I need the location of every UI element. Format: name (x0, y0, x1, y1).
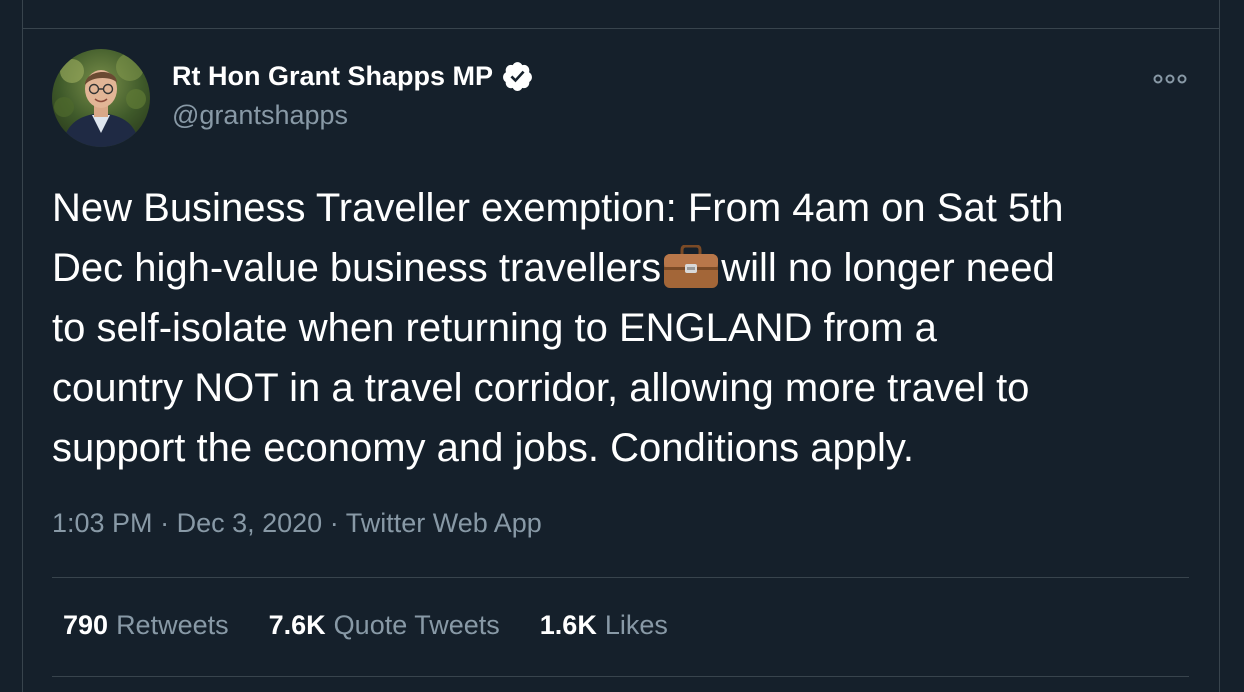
retweets-label: Retweets (116, 610, 229, 640)
top-divider (22, 28, 1220, 29)
avatar[interactable] (52, 49, 150, 147)
quote-tweets-stat[interactable]: 7.6K Quote Tweets (269, 610, 500, 641)
meta-separator: · (160, 508, 170, 538)
tweet-line: country NOT in a travel corridor, allowi… (52, 366, 1030, 410)
more-options-icon[interactable] (1150, 66, 1190, 92)
author-handle[interactable]: @grantshapps (172, 100, 348, 131)
tweet-line-part: will no longer need (721, 246, 1055, 290)
meta-separator: · (329, 508, 339, 538)
author-name-row[interactable]: Rt Hon Grant Shapps MP (172, 60, 534, 93)
verified-badge-icon (501, 60, 534, 93)
retweets-stat[interactable]: 790 Retweets (63, 610, 229, 641)
tweet-stats: 790 Retweets 7.6K Quote Tweets 1.6K Likes (63, 610, 708, 641)
tweet-line: New Business Traveller exemption: From 4… (52, 186, 1064, 230)
quote-tweets-count: 7.6K (268, 610, 326, 640)
tweet-page: Rt Hon Grant Shapps MP @grantshapps New … (0, 0, 1244, 692)
tweet-time[interactable]: 1:03 PM (52, 508, 153, 538)
likes-label: Likes (604, 610, 668, 640)
tweet-date[interactable]: Dec 3, 2020 (177, 508, 323, 538)
divider (52, 676, 1189, 677)
divider (52, 577, 1189, 578)
tweet-text: New Business Traveller exemption: From 4… (52, 178, 1202, 478)
briefcase-icon (662, 244, 720, 289)
likes-count: 1.6K (539, 610, 597, 640)
tweet-line-part: Dec high-value business travellers (52, 246, 662, 290)
tweet-source[interactable]: Twitter Web App (346, 508, 542, 538)
tweet-line: to self-isolate when returning to ENGLAN… (52, 306, 937, 350)
likes-stat[interactable]: 1.6K Likes (540, 610, 668, 641)
tweet-line: support the economy and jobs. Conditions… (52, 426, 915, 470)
tweet-line: Dec high-value business travellers will … (52, 238, 1202, 298)
retweets-count: 790 (63, 610, 109, 640)
author-display-name[interactable]: Rt Hon Grant Shapps MP (172, 61, 493, 92)
tweet-meta: 1:03 PM · Dec 3, 2020 · Twitter Web App (52, 508, 542, 539)
quote-tweets-label: Quote Tweets (333, 610, 500, 640)
